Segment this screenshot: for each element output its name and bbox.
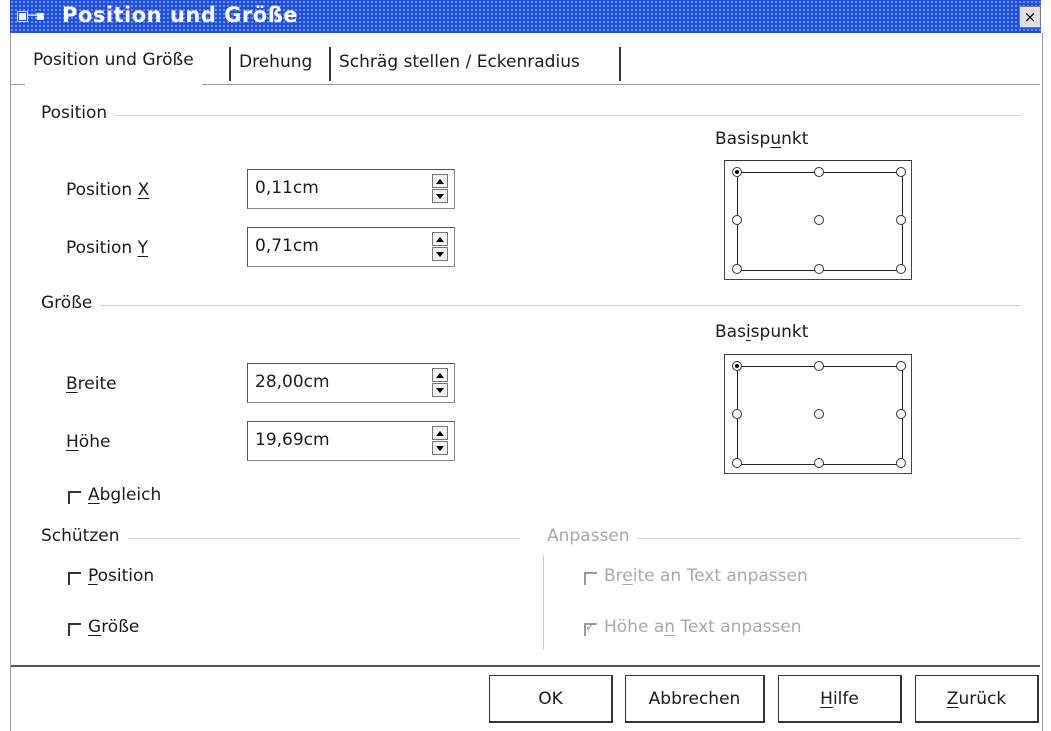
radio-icon[interactable] xyxy=(814,361,824,371)
radio-icon[interactable] xyxy=(896,409,906,419)
help-button[interactable]: Hilfe xyxy=(778,675,902,723)
dialog-window: Position und Größe Drehung Schräg stelle… xyxy=(10,33,1043,731)
position-y-field[interactable]: 0,71cm xyxy=(247,227,455,267)
window-menu-icon[interactable]: ▣─▪ xyxy=(16,8,45,24)
spin-down-icon[interactable] xyxy=(432,189,448,203)
tab-position-und-groesse[interactable]: Position und Größe xyxy=(25,43,202,85)
fit-height-label: Höhe an Text anpassen xyxy=(604,617,802,637)
radio-icon[interactable] xyxy=(896,458,906,468)
tab-bar: Position und Größe Drehung Schräg stelle… xyxy=(11,33,1042,85)
spin-up-icon[interactable] xyxy=(432,368,448,382)
spin-down-icon[interactable] xyxy=(432,383,448,397)
radio-icon[interactable] xyxy=(896,264,906,274)
checkbox-icon[interactable] xyxy=(68,572,81,585)
adapt-group-label: Anpassen xyxy=(547,526,638,546)
position-y-value: 0,71cm xyxy=(255,236,319,256)
width-label: Breite xyxy=(66,374,117,394)
radio-icon[interactable] xyxy=(896,215,906,225)
keep-ratio-label[interactable]: Abgleich xyxy=(88,485,161,505)
radio-icon[interactable] xyxy=(732,361,742,371)
tab-drehung[interactable]: Drehung xyxy=(231,45,320,83)
protect-position-label[interactable]: Position xyxy=(88,566,154,586)
position-group-label: Position xyxy=(41,103,116,123)
radio-icon[interactable] xyxy=(814,167,824,177)
size-basis-point-grid[interactable] xyxy=(724,354,912,474)
spin-down-icon[interactable] xyxy=(432,441,448,455)
position-x-field[interactable]: 0,11cm xyxy=(247,169,455,209)
protect-group-label: Schützen xyxy=(41,526,128,546)
tab-schraeg-stellen[interactable]: Schräg stellen / Eckenradius xyxy=(331,45,588,83)
radio-icon[interactable] xyxy=(732,264,742,274)
checkbox-icon[interactable] xyxy=(68,491,81,504)
height-field[interactable]: 19,69cm xyxy=(247,421,455,461)
window-title: Position und Größe xyxy=(62,3,299,27)
radio-icon[interactable] xyxy=(732,409,742,419)
protect-size-label[interactable]: Größe xyxy=(88,617,139,637)
group-divider xyxy=(41,115,1021,116)
position-x-value: 0,11cm xyxy=(255,178,319,198)
ok-button[interactable]: OK xyxy=(489,675,613,723)
spin-up-icon[interactable] xyxy=(432,232,448,246)
position-x-label: Position X xyxy=(66,180,150,200)
checkbox-icon[interactable] xyxy=(68,623,81,636)
radio-icon[interactable] xyxy=(896,167,906,177)
width-field[interactable]: 28,00cm xyxy=(247,363,455,403)
title-bar: ▣─▪ Position und Größe × xyxy=(10,0,1041,33)
tab-panel: Position Position X 0,11cm Position Y 0,… xyxy=(11,84,1040,667)
position-y-label: Position Y xyxy=(66,238,148,258)
height-label: Höhe xyxy=(66,432,111,452)
spin-up-icon[interactable] xyxy=(432,174,448,188)
radio-icon[interactable] xyxy=(732,215,742,225)
size-group-label: Größe xyxy=(41,293,101,313)
spin-down-icon[interactable] xyxy=(432,247,448,261)
checkbox-icon xyxy=(584,572,597,585)
radio-icon[interactable] xyxy=(814,409,824,419)
radio-icon[interactable] xyxy=(732,167,742,177)
size-basis-label: Basispunkt xyxy=(715,322,809,342)
tab-separator xyxy=(619,47,621,81)
height-value: 19,69cm xyxy=(255,430,330,450)
reset-button[interactable]: Zurück xyxy=(915,675,1039,723)
fit-width-label: Breite an Text anpassen xyxy=(604,566,808,586)
close-icon[interactable]: × xyxy=(1019,6,1041,28)
position-basis-point-grid[interactable] xyxy=(724,160,912,280)
cancel-button[interactable]: Abbrechen xyxy=(625,675,765,723)
radio-icon[interactable] xyxy=(732,458,742,468)
position-basis-label: Basispunkt xyxy=(715,129,809,149)
checkbox-icon: ✓ xyxy=(584,620,597,636)
radio-icon[interactable] xyxy=(814,458,824,468)
radio-icon[interactable] xyxy=(896,361,906,371)
radio-icon[interactable] xyxy=(814,215,824,225)
group-divider-vertical xyxy=(543,555,544,650)
radio-icon[interactable] xyxy=(814,264,824,274)
group-divider xyxy=(41,305,1021,306)
spin-up-icon[interactable] xyxy=(432,426,448,440)
width-value: 28,00cm xyxy=(255,372,330,392)
